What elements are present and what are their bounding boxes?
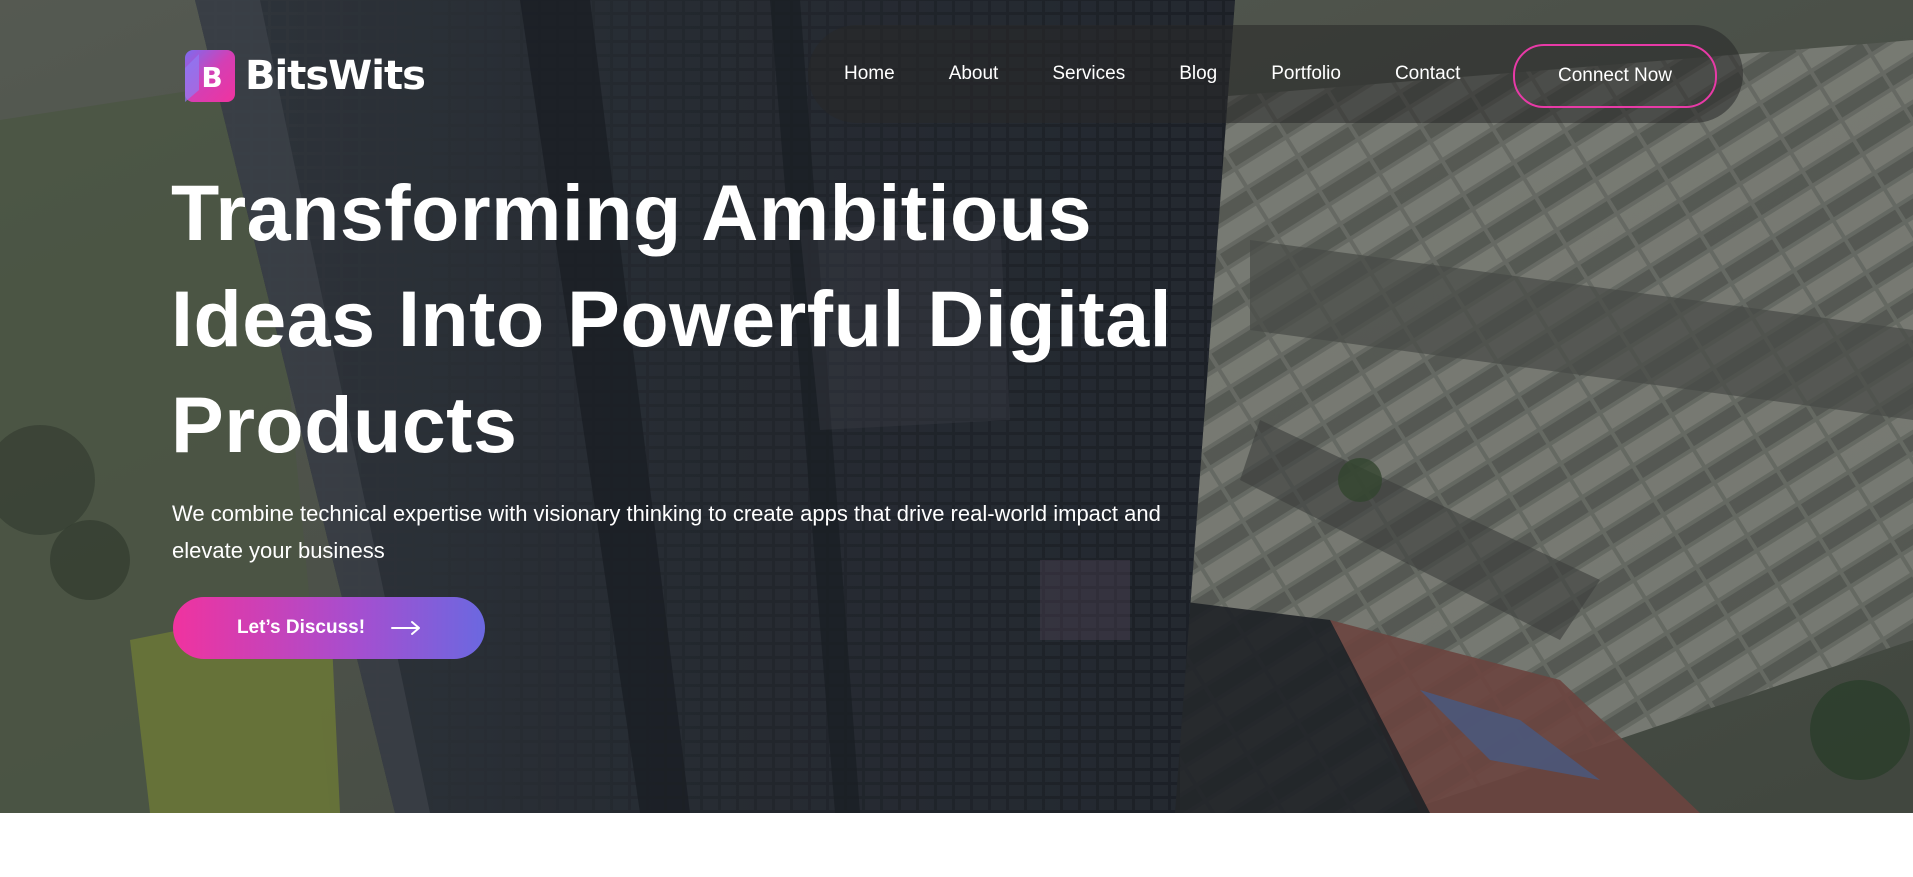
nav-link-blog[interactable]: Blog <box>1179 25 1217 123</box>
nav-link-contact[interactable]: Contact <box>1395 25 1460 123</box>
nav-link-services[interactable]: Services <box>1052 25 1125 123</box>
logo-letter: B <box>201 61 222 94</box>
nav-link-home[interactable]: Home <box>844 25 895 123</box>
hero-section: B BitsWits Home About Services Blog Port… <box>0 0 1913 813</box>
brand-logo[interactable]: B BitsWits <box>185 48 426 104</box>
main-nav: Home About Services Blog Portfolio Conta… <box>808 25 1743 123</box>
hero-subtext: We combine technical expertise with visi… <box>172 501 1161 563</box>
headline-line-3: Products <box>171 380 518 469</box>
nav-link-about[interactable]: About <box>949 25 999 123</box>
hero-headline: Transforming Ambitious Ideas Into Powerf… <box>171 160 1221 478</box>
lets-discuss-button[interactable]: Let’s Discuss! <box>173 597 485 659</box>
brand-name: BitsWits <box>245 53 426 99</box>
nav-links: Home About Services Blog Portfolio Conta… <box>844 25 1460 123</box>
arrow-right-icon <box>391 621 421 635</box>
cta-label: Let’s Discuss! <box>236 617 366 638</box>
logo-mark-icon: B <box>185 50 235 102</box>
nav-link-portfolio[interactable]: Portfolio <box>1271 25 1341 123</box>
connect-now-button[interactable]: Connect Now <box>1513 44 1717 108</box>
headline-line-2: Ideas Into Powerful Digital <box>171 274 1173 363</box>
page-below-hero <box>0 813 1913 877</box>
headline-line-1: Transforming Ambitious <box>171 168 1093 257</box>
